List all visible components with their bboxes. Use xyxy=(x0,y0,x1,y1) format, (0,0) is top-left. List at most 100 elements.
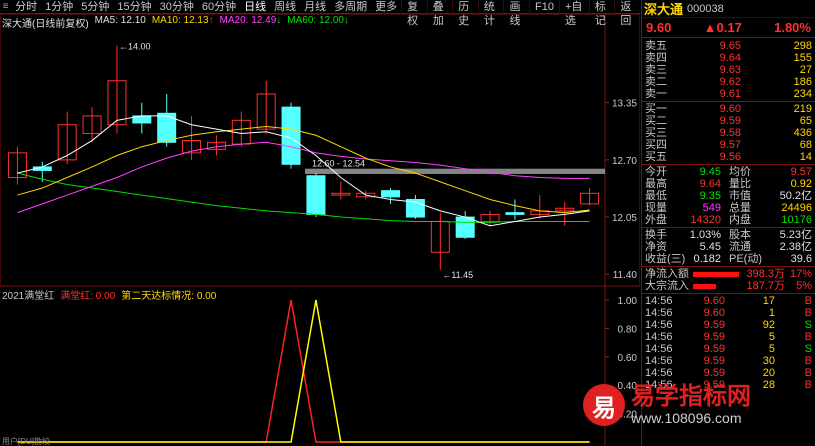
tab-period-1[interactable]: 1分钟 xyxy=(41,0,77,14)
flow-label: 大宗流入 xyxy=(645,280,689,292)
tick-price: 9.59 xyxy=(703,319,725,331)
ask-row[interactable]: 卖二 9.62 186 xyxy=(642,76,815,88)
bid-row[interactable]: 买五 9.56 14 xyxy=(642,151,815,163)
tick-row: 14:56 9.59 30 B xyxy=(642,355,815,367)
ma-legend: 深大通(日线前复权) MA5: 12.10 MA10: 12.13↑ MA20:… xyxy=(2,15,349,30)
bid-row[interactable]: 买四 9.57 68 xyxy=(642,139,815,151)
tab-period-0[interactable]: 分时 xyxy=(11,0,41,14)
tick-price: 9.59 xyxy=(703,331,725,343)
stat-row: 最低 9.35 市值 50.2亿 xyxy=(642,190,815,202)
ask-price: 9.63 xyxy=(719,64,741,76)
bid-row[interactable]: 买二 9.59 65 xyxy=(642,115,815,127)
watermark-title: 易学指标网 xyxy=(631,383,751,410)
toolbar-button-3[interactable]: 统计 xyxy=(477,0,504,27)
ask-row[interactable]: 卖五 9.65 298 xyxy=(642,40,815,52)
price-axis-label: 12.05 xyxy=(612,213,637,224)
indicator-axis-label: 0.60 xyxy=(618,353,638,364)
menu-icon[interactable]: ≡ xyxy=(0,0,11,14)
flow-value: 187.7万 xyxy=(746,280,785,292)
toolbar-button-6[interactable]: +自选 xyxy=(558,0,589,27)
bid-volume: 65 xyxy=(799,115,812,127)
stat-value: 50.2亿 xyxy=(779,190,812,202)
watermark: 易 易学指标网 www.108096.com xyxy=(583,384,751,426)
last-price: 9.60 xyxy=(646,20,672,35)
toolbar-button-8[interactable]: 返回 xyxy=(614,0,640,27)
tab-period-9[interactable]: 多周期 xyxy=(330,0,371,14)
tick-price: 9.59 xyxy=(703,355,725,367)
tab-period-3[interactable]: 15分钟 xyxy=(113,0,155,14)
bid-volume: 14 xyxy=(799,151,812,163)
tab-period-10[interactable]: 更多 xyxy=(371,0,401,14)
tick-direction: S xyxy=(804,343,812,355)
price-change-pct: 1.80% xyxy=(774,20,811,35)
stat-value: 9.64 xyxy=(699,178,721,190)
tick-price: 9.60 xyxy=(703,307,725,319)
stock-header: 深大通 000038 xyxy=(642,0,815,18)
stat-label: 市值 xyxy=(729,190,751,202)
stat-row: 外盘 14320 内盘 10176 xyxy=(642,214,815,226)
ask-label: 卖二 xyxy=(645,76,667,88)
flow-label: 净流入额 xyxy=(645,268,689,280)
stat-label: 收益(三) xyxy=(645,253,686,265)
ask-row[interactable]: 卖四 9.64 155 xyxy=(642,52,815,64)
stat-label: 内盘 xyxy=(729,214,751,226)
bid-row[interactable]: 买一 9.60 219 xyxy=(642,103,815,115)
ask-volume: 155 xyxy=(793,52,812,64)
bid-label: 买五 xyxy=(645,151,667,163)
tick-price: 9.59 xyxy=(703,367,725,379)
bid-price: 9.60 xyxy=(719,103,741,115)
tab-period-2[interactable]: 5分钟 xyxy=(77,0,113,14)
tick-time: 14:56 xyxy=(645,343,673,355)
toolbar-button-7[interactable]: 标记 xyxy=(588,0,615,27)
period-toolbar: ≡ 分时 1分钟 5分钟 15分钟 30分钟 60分钟 日线 周线 月线 多周期 更多 复权 叠加 历史… xyxy=(0,0,640,27)
tick-price: 9.59 xyxy=(703,343,725,355)
capital-flow-block: 净流入额 398.3万 17% 大宗流入 187.7万 5% xyxy=(642,268,815,292)
tab-period-5[interactable]: 60分钟 xyxy=(198,0,240,14)
stat-value: 5.23亿 xyxy=(779,229,812,241)
ma20-arrow-icon: ↓ xyxy=(276,15,282,26)
toolbar-button-5[interactable]: F10 xyxy=(529,0,559,14)
tick-volume: 1 xyxy=(768,307,775,319)
flow-pct: 17% xyxy=(789,268,812,280)
tick-row: 14:56 9.60 1 B xyxy=(642,307,815,319)
stat-label: 最高 xyxy=(645,178,667,190)
toolbar-button-0[interactable]: 复权 xyxy=(401,0,427,27)
stat-value: 24496 xyxy=(781,202,812,214)
price-summary: 9.60 ▲0.17 1.80% xyxy=(642,18,815,38)
bid-row[interactable]: 买三 9.58 436 xyxy=(642,127,815,139)
tab-period-8[interactable]: 月线 xyxy=(300,0,330,14)
ask-row[interactable]: 卖一 9.61 234 xyxy=(642,88,815,100)
tick-time: 14:56 xyxy=(645,319,673,331)
ask-price: 9.61 xyxy=(719,88,741,100)
stat-label: 现量 xyxy=(645,202,667,214)
ask-row[interactable]: 卖三 9.63 27 xyxy=(642,64,815,76)
ask-label: 卖一 xyxy=(645,88,667,100)
price-pane-frame xyxy=(0,13,640,287)
indicator-axis-label: 1.00 xyxy=(618,296,638,307)
stat-value: 9.35 xyxy=(699,190,721,202)
kline-chart[interactable]: 13.35 12.70 12.05 11.40 12.60 - 12.54 ←14.00 ←… xyxy=(0,0,640,446)
stat-value: 5.45 xyxy=(699,241,721,253)
tick-list[interactable]: 14:56 9.60 17 B 14:56 9.60 1 B 14:56 9.59 92 S 14:56… xyxy=(642,295,815,391)
tab-period-7[interactable]: 周线 xyxy=(270,0,300,14)
ma20-label: MA20: 12.49 xyxy=(219,15,277,26)
stat-label: 股本 xyxy=(729,229,751,241)
toolbar-button-2[interactable]: 历史 xyxy=(452,0,478,27)
ask-label: 卖四 xyxy=(645,52,667,64)
stat-label: 最低 xyxy=(645,190,667,202)
stat-label: 量比 xyxy=(729,178,751,190)
tick-volume: 20 xyxy=(762,367,775,379)
flow-pct: 5% xyxy=(796,280,812,292)
bid-price: 9.57 xyxy=(719,139,741,151)
stat-label: 今开 xyxy=(645,166,667,178)
fundamentals-block: 换手 1.03% 股本 5.23亿 净资 5.45 流通 2.38亿 收益(三) 0.182 PE(… xyxy=(642,229,815,265)
tab-period-4[interactable]: 30分钟 xyxy=(156,0,198,14)
watermark-url: www.108096.com xyxy=(631,410,742,426)
toolbar-button-1[interactable]: 叠加 xyxy=(426,0,453,27)
price-axis-label: 11.40 xyxy=(613,270,638,281)
stat-value: 549 xyxy=(702,202,721,214)
tab-period-6[interactable]: 日线 xyxy=(240,0,270,14)
toolbar-button-4[interactable]: 画线 xyxy=(503,0,529,27)
tick-time: 14:56 xyxy=(645,367,673,379)
indicator-legend: 2021满堂红 满堂红: 0.00 第二天达标情况: 0.00 xyxy=(2,287,216,302)
